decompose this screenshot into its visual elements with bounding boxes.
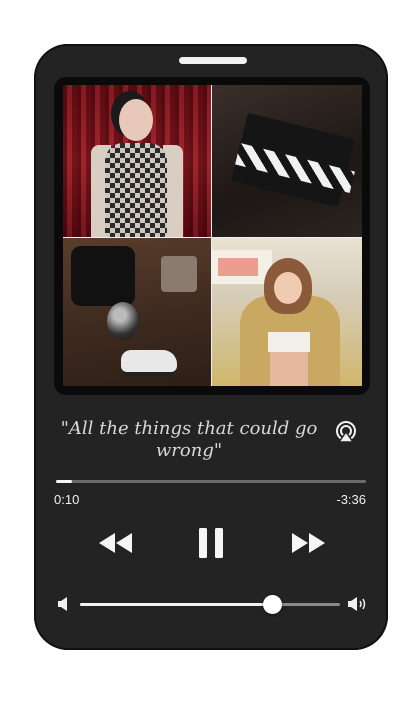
remaining-time: -3:36 xyxy=(336,492,366,507)
fast-forward-icon xyxy=(292,533,325,553)
rewind-button[interactable] xyxy=(98,528,134,558)
album-art-collage xyxy=(63,85,362,386)
elapsed-time: 0:10 xyxy=(54,492,80,507)
playback-scrubber[interactable] xyxy=(56,480,366,483)
playback-progress-fill xyxy=(56,480,72,483)
pause-icon xyxy=(199,528,223,558)
volume-fill xyxy=(80,603,273,606)
volume-slider[interactable] xyxy=(80,595,340,614)
fast-forward-button[interactable] xyxy=(290,528,326,558)
phone-frame: "All the things that could go wrong" 0:1… xyxy=(34,44,388,650)
airplay-icon[interactable] xyxy=(334,420,358,444)
volume-knob[interactable] xyxy=(263,595,283,614)
album-art-tile-items xyxy=(63,238,211,386)
rewind-icon xyxy=(99,533,132,553)
album-art-tile-clapperboard xyxy=(212,85,362,237)
phone-speaker xyxy=(179,57,247,64)
volume-low-icon xyxy=(58,597,70,611)
album-art xyxy=(54,77,370,395)
pause-button[interactable] xyxy=(196,528,226,558)
album-art-tile-red-curtain xyxy=(63,85,211,237)
track-title: "All the things that could go wrong" xyxy=(60,418,318,461)
volume-high-icon xyxy=(348,597,368,611)
album-art-tile-yellow-jacket xyxy=(212,238,362,386)
